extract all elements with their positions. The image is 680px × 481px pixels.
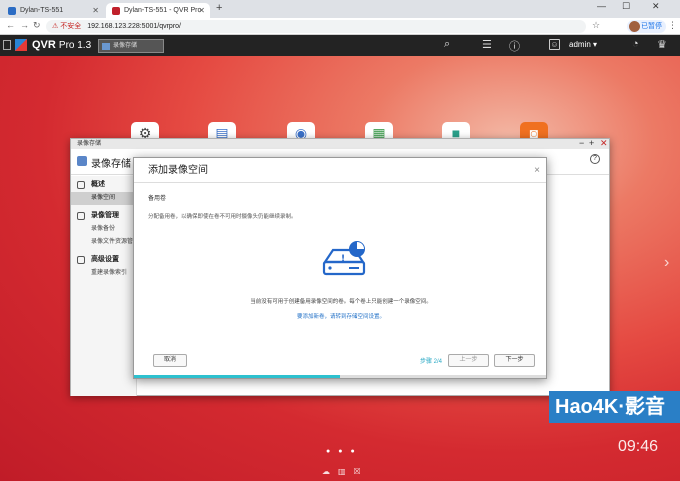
user-icon[interactable]: ☺ bbox=[549, 39, 560, 50]
user-menu[interactable]: admin ▾ bbox=[569, 40, 597, 49]
qnap-favicon-icon bbox=[8, 7, 16, 15]
sidebar-item-recording-backup[interactable]: 录像备份 bbox=[71, 223, 136, 236]
maximize-button[interactable]: ☐ bbox=[622, 1, 630, 12]
tab-label: Dylan-TS-551 - QVR Pro bbox=[124, 7, 202, 14]
browser-tab-dylan[interactable]: Dylan-TS-551 ✕ bbox=[2, 3, 104, 18]
overview-icon bbox=[77, 181, 85, 189]
minimize-button[interactable]: — bbox=[597, 1, 606, 11]
task-icon[interactable]: ☰ bbox=[482, 38, 492, 51]
taskbar-app-label: 录像存储 bbox=[113, 43, 138, 49]
close-window-button[interactable]: ✕ bbox=[652, 1, 660, 12]
address-input[interactable]: ⚠ 不安全 192.168.123.228:5001/qvrpro/ bbox=[46, 20, 586, 33]
browser-tab-qvr-pro[interactable]: Dylan-TS-551 - QVR Pro ✕ bbox=[106, 3, 210, 18]
logo-name: QVR bbox=[32, 39, 56, 51]
help-icon[interactable]: ? bbox=[590, 154, 600, 164]
tab-label: Dylan-TS-551 bbox=[20, 7, 64, 14]
profile-button[interactable]: 已暂停 bbox=[627, 20, 666, 33]
url-text: 192.168.123.228:5001/qvrpro/ bbox=[87, 23, 181, 30]
previous-button[interactable]: 上一步 bbox=[448, 354, 489, 367]
profile-label: 已暂停 bbox=[641, 23, 662, 30]
step-indicator: 步骤 2/4 bbox=[420, 359, 443, 365]
disk-warning-icon: ! bbox=[322, 241, 366, 276]
browser-toolbar: ← → ↻ ⚠ 不安全 192.168.123.228:5001/qvrpro/… bbox=[0, 18, 680, 35]
window-heading: 录像存储 bbox=[91, 159, 131, 170]
watermark-logo: Hao4K·影音 bbox=[549, 391, 680, 423]
browser-menu-icon[interactable]: ⋮ bbox=[668, 20, 677, 31]
close-icon[interactable]: × bbox=[534, 158, 540, 183]
storage-icon bbox=[77, 156, 87, 166]
close-tab-icon[interactable]: ✕ bbox=[92, 3, 99, 18]
sidebar-section-recording-management[interactable]: 录像管理 bbox=[71, 209, 136, 223]
close-tab-icon[interactable]: ✕ bbox=[198, 3, 205, 18]
back-arrow-icon[interactable]: ← bbox=[6, 20, 15, 30]
sidebar-section-overview[interactable]: 概述 bbox=[71, 178, 136, 192]
window-sidebar: 概述 录像空间 录像管理 录像备份 录像文件资源管理器 高级设置 重建录像索引 bbox=[71, 176, 137, 396]
page-indicator-dots[interactable]: ●●● bbox=[326, 448, 363, 455]
advanced-icon bbox=[77, 256, 85, 264]
desktop-clock: 09:46 bbox=[618, 438, 659, 455]
forward-arrow-icon[interactable]: → bbox=[20, 20, 29, 30]
sidebar-item-rebuild-index[interactable]: 重建录像索引 bbox=[71, 267, 136, 280]
product-version: Pro 1.3 bbox=[58, 40, 92, 51]
new-tab-button[interactable]: + bbox=[216, 2, 222, 14]
window-title: 录像存储 bbox=[77, 141, 102, 147]
window-close-icon[interactable]: ✕ bbox=[600, 138, 608, 149]
chevron-right-icon[interactable]: › bbox=[664, 254, 669, 272]
add-recording-space-dialog: 添加录像空间 × 备用卷 分配备用卷，以确保即使在卷不可用时摄像头仍能继续录制。… bbox=[133, 157, 547, 379]
step-name: 备用卷 bbox=[148, 196, 167, 202]
taskbar-app-storage[interactable]: 录像存储 bbox=[98, 39, 164, 53]
next-button[interactable]: 下一步 bbox=[494, 354, 535, 367]
svg-text:!: ! bbox=[341, 254, 345, 264]
wizard-progress-bar bbox=[134, 375, 546, 378]
window-minimize-icon[interactable]: − bbox=[579, 138, 584, 148]
qvr-favicon-icon bbox=[112, 7, 120, 15]
no-volume-message: 当前没有可用于创建备用录像空间的卷。每个卷上只能创建一个录像空间。 bbox=[250, 299, 432, 305]
notification-icon[interactable]: ♛ bbox=[657, 38, 667, 51]
section-label: 录像管理 bbox=[91, 212, 119, 219]
not-secure-label: ⚠ 不安全 bbox=[52, 23, 82, 30]
section-label: 高级设置 bbox=[91, 256, 119, 263]
qvr-logo-icon bbox=[15, 39, 27, 51]
dialog-title-text: 添加录像空间 bbox=[148, 165, 208, 176]
management-icon bbox=[77, 212, 85, 220]
sidebar-toggle-icon[interactable] bbox=[3, 40, 11, 50]
sidebar-section-advanced[interactable]: 高级设置 bbox=[71, 253, 136, 267]
window-maximize-icon[interactable]: + bbox=[589, 138, 594, 148]
bookmark-star-icon[interactable]: ☆ bbox=[592, 20, 600, 31]
storage-settings-link[interactable]: 要添加新卷，请转到存储空间设置。 bbox=[134, 312, 548, 320]
info-icon[interactable]: ⓘ bbox=[509, 38, 520, 54]
section-label: 概述 bbox=[91, 181, 105, 188]
dialog-title: 添加录像空间 × bbox=[134, 158, 546, 183]
storage-mini-icon bbox=[102, 43, 110, 50]
progress-fill bbox=[134, 375, 340, 378]
sidebar-item-file-explorer[interactable]: 录像文件资源管理器 bbox=[71, 236, 136, 249]
browser-tab-bar: Dylan-TS-551 ✕ Dylan-TS-551 - QVR Pro ✕ … bbox=[0, 0, 680, 18]
app-logo: QVR Pro 1.3 bbox=[32, 39, 91, 51]
step-description: 分配备用卷，以确保即使在卷不可用时摄像头仍能继续录制。 bbox=[148, 214, 297, 220]
window-titlebar: 录像存储 bbox=[71, 139, 609, 149]
qvr-header: QVR Pro 1.3 录像存储 ⌕ ☰ ⓘ ☺ admin ▾ ◔ ♛ bbox=[0, 35, 680, 56]
dashboard-icon[interactable]: ◔ bbox=[632, 38, 639, 50]
reload-icon[interactable]: ↻ bbox=[33, 20, 41, 31]
search-icon[interactable]: ⌕ bbox=[444, 38, 450, 51]
cancel-button[interactable]: 取消 bbox=[153, 354, 187, 367]
sidebar-item-recording-space[interactable]: 录像空间 bbox=[71, 192, 136, 205]
avatar bbox=[629, 21, 640, 32]
bottom-toolbar-icons[interactable]: ☁▥☒ bbox=[322, 467, 369, 476]
